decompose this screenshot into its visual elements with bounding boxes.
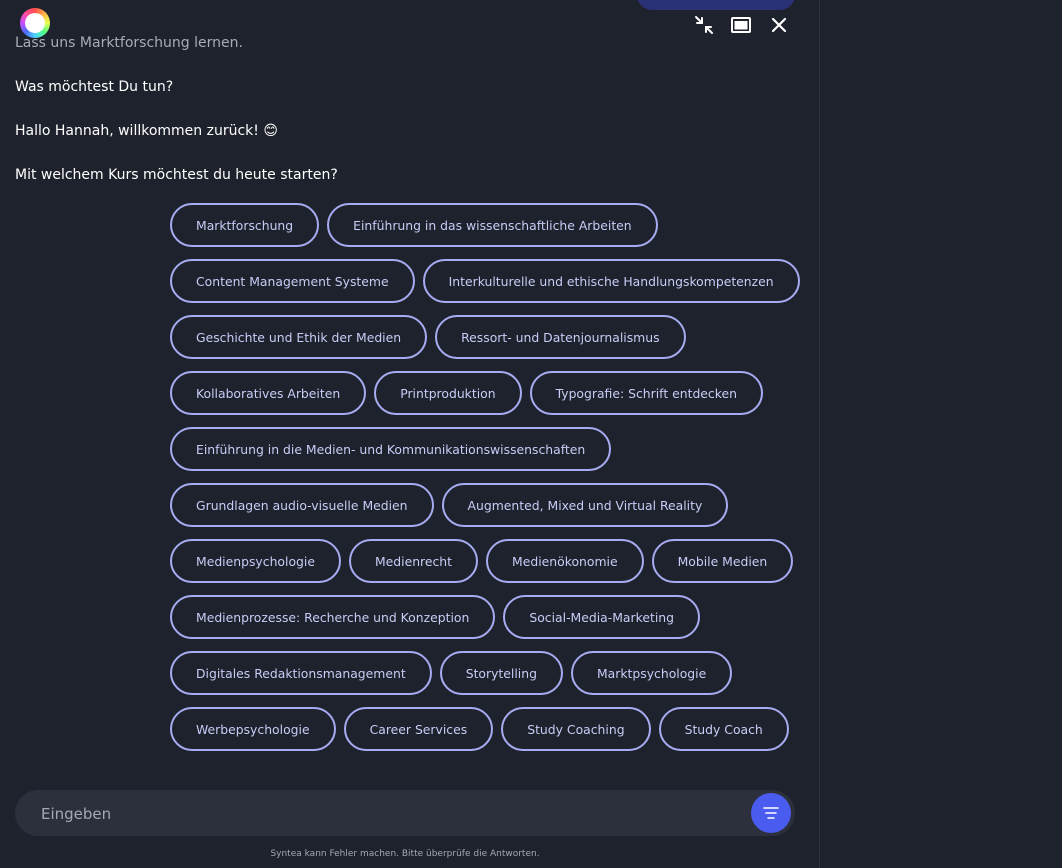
course-chip[interactable]: Study Coaching bbox=[501, 707, 651, 751]
course-chip[interactable]: Medienpsychologie bbox=[170, 539, 341, 583]
course-row: Einführung in die Medien- und Kommunikat… bbox=[170, 427, 612, 471]
message-input[interactable] bbox=[39, 790, 733, 838]
course-chip[interactable]: Medienrecht bbox=[348, 539, 479, 583]
course-chip[interactable]: Einführung in die Medien- und Kommunikat… bbox=[170, 427, 612, 471]
course-row: Geschichte und Ethik der Medien Ressort-… bbox=[170, 315, 686, 359]
intro-message: Lass uns Marktforschung lernen. bbox=[15, 35, 243, 51]
course-chip[interactable]: Content Management Systeme bbox=[170, 259, 415, 303]
course-chip[interactable]: Einführung in das wissenschaftliche Arbe… bbox=[327, 203, 658, 247]
course-chip[interactable]: Geschichte und Ethik der Medien bbox=[170, 315, 428, 359]
course-chip[interactable]: Mobile Medien bbox=[651, 539, 794, 583]
message-input-bar bbox=[15, 790, 795, 838]
greeting-message: Hallo Hannah, willkommen zurück! 😊 bbox=[15, 123, 278, 139]
previous-message-bubble bbox=[637, 0, 795, 10]
course-chip[interactable]: Ressort- und Datenjournalismus bbox=[435, 315, 686, 359]
course-row: Medienpsychologie Medienrecht Medienökon… bbox=[170, 539, 794, 583]
course-chip[interactable]: Social-Media-Marketing bbox=[503, 595, 700, 639]
course-chip[interactable]: Augmented, Mixed und Virtual Reality bbox=[441, 483, 729, 527]
right-empty-area bbox=[820, 0, 1062, 868]
course-chip[interactable]: Marktforschung bbox=[170, 203, 320, 247]
course-chip[interactable]: Grundlagen audio-visuelle Medien bbox=[170, 483, 434, 527]
course-chip[interactable]: Kollaboratives Arbeiten bbox=[170, 371, 367, 415]
course-chip[interactable]: Typografie: Schrift entdecken bbox=[529, 371, 763, 415]
course-chip[interactable]: Interkulturelle und ethische Handlungsko… bbox=[422, 259, 800, 303]
course-row: Medienprozesse: Recherche und Konzeption… bbox=[170, 595, 700, 639]
course-prompt-message: Mit welchem Kurs möchtest du heute start… bbox=[15, 167, 338, 183]
send-button[interactable] bbox=[751, 793, 791, 833]
collapse-icon[interactable] bbox=[692, 13, 716, 37]
course-chip[interactable]: Marktpsychologie bbox=[570, 651, 733, 695]
close-icon[interactable] bbox=[767, 13, 791, 37]
course-row: Grundlagen audio-visuelle Medien Augment… bbox=[170, 483, 729, 527]
course-chip[interactable]: Digitales Redaktionsmanagement bbox=[170, 651, 432, 695]
course-row: Werbepsychologie Career Services Study C… bbox=[170, 707, 789, 751]
question-message: Was möchtest Du tun? bbox=[15, 79, 174, 95]
course-row: Kollaboratives Arbeiten Printproduktion … bbox=[170, 371, 763, 415]
window-icon[interactable] bbox=[729, 13, 753, 37]
course-chip[interactable]: Storytelling bbox=[439, 651, 563, 695]
course-chip[interactable]: Printproduktion bbox=[374, 371, 522, 415]
course-row: Digitales Redaktionsmanagement Storytell… bbox=[170, 651, 733, 695]
chat-panel: Lass uns Marktforschung lernen. Was möch… bbox=[0, 0, 819, 868]
menu-lines-icon bbox=[763, 807, 779, 819]
course-chip[interactable]: Career Services bbox=[343, 707, 494, 751]
course-chip[interactable]: Study Coach bbox=[658, 707, 789, 751]
course-chip[interactable]: Werbepsychologie bbox=[170, 707, 336, 751]
course-row: Content Management Systeme Interkulturel… bbox=[170, 259, 800, 303]
course-chip[interactable]: Medienökonomie bbox=[486, 539, 644, 583]
course-row: Marktforschung Einführung in das wissens… bbox=[170, 203, 658, 247]
course-chip[interactable]: Medienprozesse: Recherche und Konzeption bbox=[170, 595, 496, 639]
disclaimer-text: Syntea kann Fehler machen. Bitte überprü… bbox=[270, 849, 540, 859]
